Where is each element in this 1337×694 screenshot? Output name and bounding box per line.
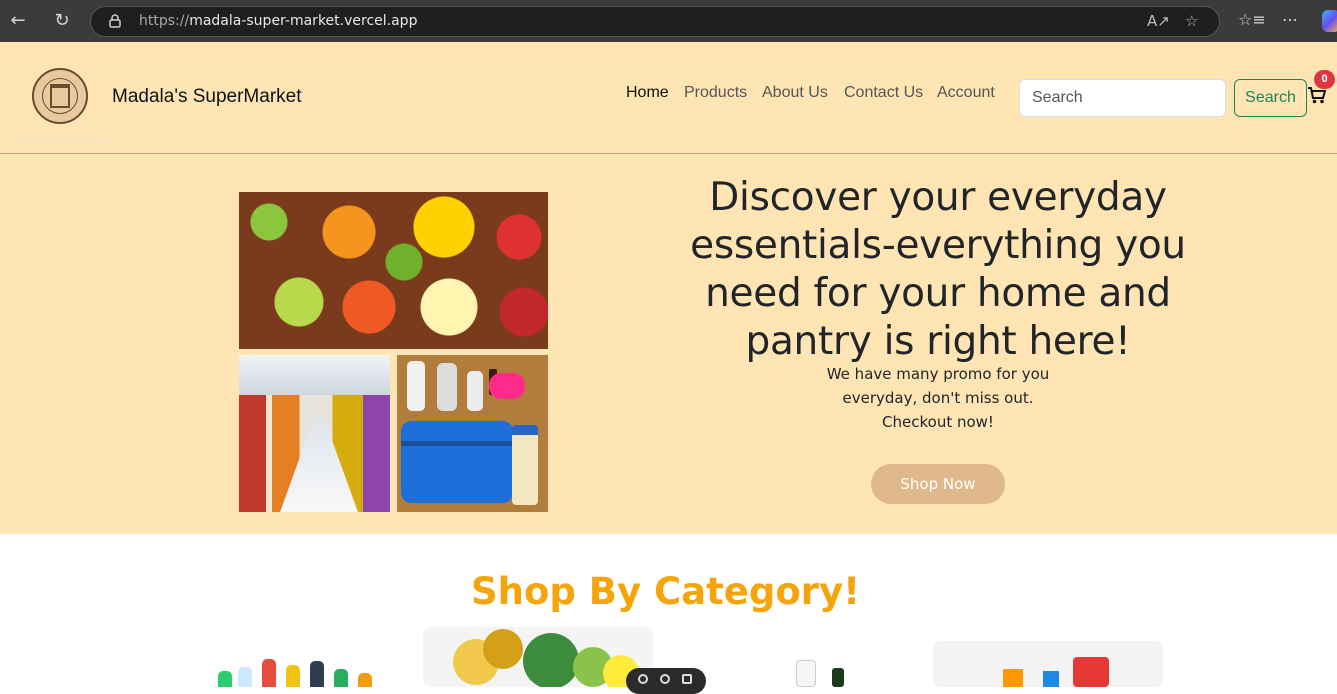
site-header: Madala's SuperMarket Home Products About… [0, 42, 1337, 154]
refresh-icon[interactable]: ↻ [52, 11, 72, 31]
nav-about-us[interactable]: About Us [762, 84, 828, 102]
category-beverages-image[interactable] [210, 656, 380, 687]
search-button[interactable]: Search [1234, 79, 1307, 117]
shop-now-button[interactable]: Shop Now [871, 464, 1005, 504]
logo-link[interactable] [10, 56, 111, 140]
search-icon[interactable] [638, 674, 648, 684]
category-snacks-image[interactable] [933, 641, 1163, 687]
search-input[interactable] [1019, 79, 1226, 117]
category-heading: Shop By Category! [470, 570, 861, 613]
category-cleaning-image[interactable] [790, 656, 850, 687]
url-text[interactable]: https://madala-super-market.vercel.app [139, 13, 417, 29]
nav-account[interactable]: Account [937, 84, 995, 102]
brand-name[interactable]: Madala's SuperMarket [112, 86, 302, 108]
more-menu-icon[interactable]: ⋯ [1282, 10, 1298, 29]
favorite-star-icon[interactable]: ☆ [1185, 12, 1198, 30]
supermarket-aisle-image [239, 355, 390, 512]
menu-icon[interactable] [682, 674, 692, 684]
hero-section: Discover your everyday essentials-everyt… [0, 154, 1337, 534]
read-aloud-icon[interactable]: A↗ [1147, 12, 1170, 30]
nav-products[interactable]: Products [684, 84, 747, 102]
copilot-icon[interactable] [1322, 10, 1337, 32]
browser-toolbar: ← ↻ https://madala-super-market.vercel.a… [0, 0, 1337, 42]
cart-count-badge: 0 [1314, 70, 1335, 89]
nav-home[interactable]: Home [626, 84, 669, 102]
screenshot-icon[interactable] [660, 674, 670, 684]
favorites-icon[interactable]: ☆≡ [1238, 10, 1266, 29]
category-fruits-image[interactable] [423, 627, 653, 687]
toiletries-image [397, 355, 548, 512]
back-icon[interactable]: ← [8, 11, 28, 31]
hero-title: Discover your everyday essentials-everyt… [690, 175, 1186, 364]
lock-icon [109, 14, 121, 28]
fruits-image [239, 192, 548, 349]
address-bar[interactable]: https://madala-super-market.vercel.app A… [90, 6, 1220, 37]
hero-subtitle: We have many promo for you everyday, don… [826, 365, 1050, 431]
floating-toolbar[interactable] [626, 668, 706, 694]
nav-contact-us[interactable]: Contact Us [844, 84, 923, 102]
store-logo [32, 68, 88, 124]
